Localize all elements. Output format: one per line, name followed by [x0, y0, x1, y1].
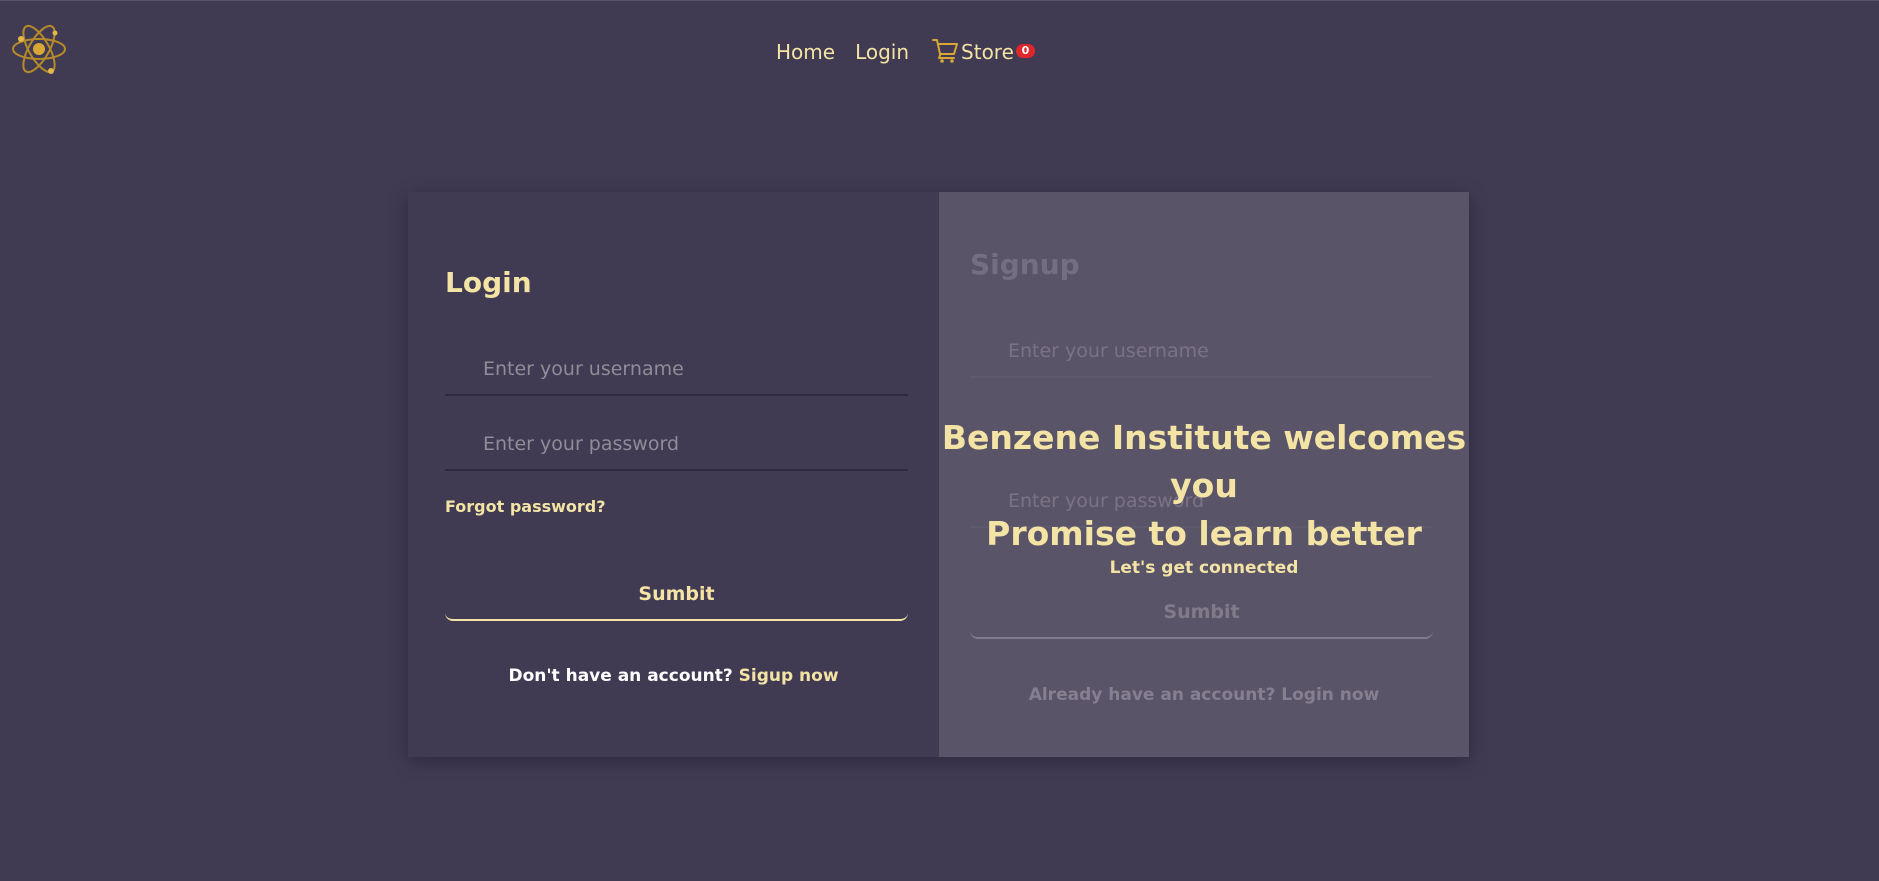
nav-home-link[interactable]: Home: [776, 40, 835, 64]
main-nav: Home Login Store 0: [776, 37, 1035, 67]
login-username-field: [445, 344, 908, 396]
welcome-subheading: Promise to learn better: [986, 514, 1422, 553]
login-panel: Login Forgot password? Sumbit Don't have…: [408, 192, 939, 757]
nav-store-link[interactable]: Store 0: [931, 36, 1035, 69]
signup-username-input: [970, 326, 1433, 376]
login-prompt: Already have an account? Login now: [939, 685, 1469, 705]
login-username-input[interactable]: [445, 344, 908, 394]
atom-logo-icon[interactable]: [11, 19, 67, 79]
signup-submit-button: Sumbit: [970, 587, 1433, 639]
login-prompt-text: Already have an account?: [1028, 685, 1276, 705]
welcome-tagline: Let's get connected: [1109, 558, 1299, 578]
shopping-cart-icon: [931, 36, 961, 69]
nav-login-link[interactable]: Login: [855, 40, 909, 64]
signup-prompt: Don't have an account? Sigup now: [408, 666, 939, 686]
store-label: Store: [961, 40, 1014, 64]
welcome-overlay: Benzene Institute welcomes you Promise t…: [939, 414, 1469, 578]
login-password-field: [445, 419, 908, 471]
top-navbar: Home Login Store 0: [0, 0, 1879, 100]
forgot-password-link[interactable]: Forgot password?: [445, 497, 606, 516]
signup-title: Signup: [970, 248, 1080, 281]
signup-overlay-panel: Signup Sumbit Already have an account? L…: [939, 192, 1469, 757]
signup-now-link[interactable]: Sigup now: [739, 666, 839, 686]
login-now-link: Login now: [1281, 685, 1380, 705]
signup-username-field: [970, 326, 1433, 378]
welcome-heading: Benzene Institute welcomes you: [941, 418, 1467, 505]
login-password-input[interactable]: [445, 419, 908, 469]
login-title: Login: [445, 266, 532, 299]
login-submit-button[interactable]: Sumbit: [445, 569, 908, 621]
signup-prompt-text: Don't have an account?: [508, 666, 733, 686]
auth-card: Login Forgot password? Sumbit Don't have…: [408, 192, 1469, 757]
cart-count-badge: 0: [1015, 44, 1035, 58]
